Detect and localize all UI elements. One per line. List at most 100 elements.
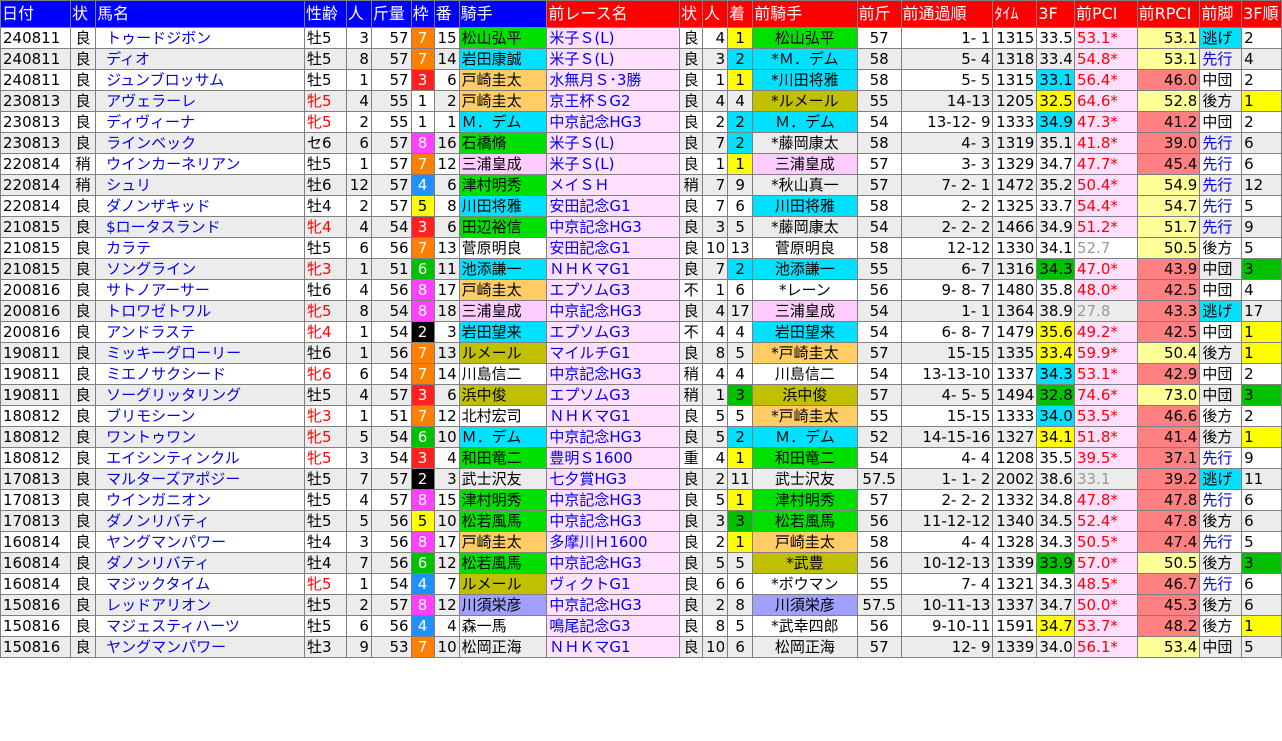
cell-prev-pop: 5 bbox=[702, 489, 729, 511]
cell-number: 14 bbox=[433, 48, 460, 70]
table-row[interactable]: 170813 良ダノンリバティ 牡5 5 56 5 10 松若風馬 中京記念HG3 良 3 3 松若風馬… bbox=[0, 510, 1282, 532]
cell-3f-rank: 1 bbox=[1241, 342, 1282, 364]
cell-weight: 56 bbox=[370, 237, 412, 259]
table-row[interactable]: 240811 良ジュンブロッサム 牡5 1 57 3 6 戸崎圭太 水無月Ｓ･3勝良 1 1 *川田将… bbox=[0, 69, 1282, 91]
table-row[interactable]: 150816 良レッドアリオン 牡5 2 57 8 12 川須栄彦 中京記念HG3 良 2 8 川須栄彦… bbox=[0, 594, 1282, 616]
table-row[interactable]: 150816 良ヤングマンパワー 牡3 9 53 7 10 松岡正海 ＮＨＫマG1 良 10 6 松岡正… bbox=[0, 636, 1282, 658]
cell-track-cond: 良 bbox=[69, 300, 97, 322]
cell-date: 160814 bbox=[0, 573, 71, 595]
table-row[interactable]: 200816 良トロワゼトワル 牝5 8 54 8 18 三浦皇成 中京記念HG3 良 4 17 三浦皇… bbox=[0, 300, 1282, 322]
cell-number: 14 bbox=[433, 363, 460, 385]
cell-horse-name: ディヴィーナ bbox=[95, 111, 306, 133]
cell-date: 170813 bbox=[0, 510, 71, 532]
table-row[interactable]: 180812 良ブリモシーン 牝3 1 51 7 12 北村宏司 ＮＨＫマG1 良 5 5 *戸崎圭太 5… bbox=[0, 405, 1282, 427]
header-prev-rpci[interactable]: 前RPCI bbox=[1136, 0, 1201, 28]
cell-prev-pop: 10 bbox=[702, 636, 729, 658]
cell-prev-jockey: 菅原明良 bbox=[752, 237, 858, 259]
table-row[interactable]: 240811 良ディオ 牡5 8 57 7 14 岩田康誠 米子Ｓ(L) 良 3 2 *Ｍ．デム 58 5-… bbox=[0, 48, 1282, 70]
cell-weight: 54 bbox=[370, 426, 412, 448]
cell-time: 1591 bbox=[992, 615, 1038, 637]
cell-track-cond: 良 bbox=[69, 405, 97, 427]
cell-prev-passing: 4- 3 bbox=[900, 132, 994, 154]
header-row: 日付状馬名 性齢人斤量枠番騎手 前レース名状人着前騎手 前斤 前通過順 ﾀｲﾑ 3F 前PCI… bbox=[0, 0, 1282, 28]
header-weight[interactable]: 斤量 bbox=[370, 0, 412, 28]
header-date[interactable]: 日付 bbox=[0, 0, 71, 28]
cell-prev-pci: 27.8 bbox=[1073, 300, 1138, 322]
table-row[interactable]: 150816 良マジェスティハーツ 牡5 6 56 4 4 森一馬 鳴尾記念G3 良 8 5 *武幸四郎… bbox=[0, 615, 1282, 637]
cell-sex-age: セ6 bbox=[304, 132, 347, 154]
header-prev-race[interactable]: 前レース名 bbox=[546, 0, 681, 28]
table-row[interactable]: 200816 良サトノアーサー 牡6 4 56 8 17 戸崎圭太 エプソムG3 不 1 6 *レーン 5… bbox=[0, 279, 1282, 301]
header-time[interactable]: ﾀｲﾑ bbox=[992, 0, 1038, 28]
cell-prev-weight: 58 bbox=[856, 69, 902, 91]
header-prev-pop[interactable]: 人 bbox=[702, 0, 729, 28]
cell-prev-jockey: *戸崎圭太 bbox=[752, 342, 858, 364]
header-prev-style[interactable]: 前脚 bbox=[1199, 0, 1243, 28]
cell-time: 1318 bbox=[992, 48, 1038, 70]
header-prev-cond[interactable]: 状 bbox=[679, 0, 704, 28]
cell-track-cond: 良 bbox=[69, 510, 97, 532]
cell-prev-pop: 3 bbox=[702, 48, 729, 70]
table-row[interactable]: 230813 良アヴェラーレ 牝5 4 55 1 2 戸崎圭太 京王杯ＳG2 良 4 4 *ルメール 55… bbox=[0, 90, 1282, 112]
cell-popularity: 4 bbox=[345, 489, 372, 511]
table-row[interactable]: 160814 良マジックタイム 牝5 1 54 4 7 ルメール ヴィクトG1 良 6 6 *ボウマン 5… bbox=[0, 573, 1282, 595]
table-row[interactable]: 180812 良ワントゥワン 牝5 5 54 6 10 Ｍ．デム 中京記念HG3 良 5 2 Ｍ．デム 5… bbox=[0, 426, 1282, 448]
table-row[interactable]: 160814 良ダノンリバティ 牡4 7 56 6 12 松若風馬 中京記念HG3 良 5 5 *武豊 5… bbox=[0, 552, 1282, 574]
cell-track-cond: 良 bbox=[69, 90, 97, 112]
cell-prev-finish: 5 bbox=[727, 405, 754, 427]
header-frame[interactable]: 枠 bbox=[410, 0, 435, 28]
table-row[interactable]: 160814 良ヤングマンパワー 牡4 3 56 8 17 戸崎圭太 多摩川Ｈ1600 良 2 1 戸崎… bbox=[0, 531, 1282, 553]
cell-prev-race: 水無月Ｓ･3勝 bbox=[546, 69, 681, 91]
table-row[interactable]: 220814 良ダノンザキッド 牡4 2 57 5 8 川田将雅 安田記念G1 良 7 6 川田将雅 58… bbox=[0, 195, 1282, 217]
table-row[interactable]: 210815 良カラテ 牡5 6 56 7 13 菅原明良 安田記念G1 良 10 13 菅原明良 58 1… bbox=[0, 237, 1282, 259]
header-jockey[interactable]: 騎手 bbox=[458, 0, 548, 28]
cell-weight: 56 bbox=[370, 342, 412, 364]
cell-prev-finish: 4 bbox=[727, 363, 754, 385]
table-row[interactable]: 210815 良 $ロータスランド 牝4 4 54 3 6 田辺裕信 中京記念HG3 良 3 5 *藤岡康… bbox=[0, 216, 1282, 238]
header-prev-weight[interactable]: 前斤 bbox=[856, 0, 902, 28]
header-prev-passing[interactable]: 前通過順 bbox=[900, 0, 994, 28]
cell-jockey: 川田将雅 bbox=[458, 195, 548, 217]
cell-number: 11 bbox=[433, 258, 460, 280]
cell-last3f: 35.1 bbox=[1036, 132, 1075, 154]
table-row[interactable]: 190811 良ソーグリッタリング 牡5 4 57 3 6 浜中俊 エプソムG3 稍 1 3 浜中俊 57… bbox=[0, 384, 1282, 406]
table-row[interactable]: 190811 良ミエノサクシード 牝6 6 54 7 14 川島信二 中京記念HG3 稍 4 4 川島信… bbox=[0, 363, 1282, 385]
table-row[interactable]: 240811 良トゥードジボン 牡5 3 57 7 15 松山弘平 米子Ｓ(L) 良 4 1 松山弘平 5… bbox=[0, 27, 1282, 49]
table-row[interactable]: 230813 良ラインベック セ6 6 57 8 16 石橋脩 米子Ｓ(L) 良 7 2 *藤岡康太 58… bbox=[0, 132, 1282, 154]
cell-prev-pci: 52.7 bbox=[1073, 237, 1138, 259]
header-track-cond[interactable]: 状 bbox=[69, 0, 97, 28]
cell-prev-pop: 7 bbox=[702, 132, 729, 154]
cell-track-cond: 稍 bbox=[69, 174, 97, 196]
cell-prev-weight: 57.5 bbox=[856, 594, 902, 616]
table-row[interactable]: 200816 良アンドラステ 牝4 1 54 2 3 岩田望来 エプソムG3 不 4 4 岩田望来 54 6… bbox=[0, 321, 1282, 343]
header-sex-age[interactable]: 性齢 bbox=[304, 0, 347, 28]
table-row[interactable]: 220814 稍シュリ 牡6 12 57 4 6 津村明秀 メイＳＨ 稍 7 9 *秋山真一 57 7- 2… bbox=[0, 174, 1282, 196]
table-row[interactable]: 220814 稍ウインカーネリアン 牡5 1 57 7 12 三浦皇成 米子Ｓ(L) 良 1 1 三浦皇… bbox=[0, 153, 1282, 175]
cell-popularity: 6 bbox=[345, 237, 372, 259]
header-prev-jockey[interactable]: 前騎手 bbox=[752, 0, 858, 28]
cell-frame: 8 bbox=[410, 594, 435, 616]
table-row[interactable]: 170813 良マルターズアポジー 牡5 7 57 2 3 武士沢友 七夕賞HG3 良 2 11 武士沢… bbox=[0, 468, 1282, 490]
cell-date: 220814 bbox=[0, 174, 71, 196]
cell-prev-finish: 2 bbox=[727, 132, 754, 154]
cell-track-cond: 良 bbox=[69, 531, 97, 553]
cell-date: 160814 bbox=[0, 552, 71, 574]
header-last3f[interactable]: 3F bbox=[1036, 0, 1075, 28]
table-row[interactable]: 230813 良ディヴィーナ 牝5 2 55 1 1 Ｍ．デム 中京記念HG3 良 2 2 Ｍ．デム 54… bbox=[0, 111, 1282, 133]
cell-prev-pci: 50.0* bbox=[1073, 594, 1138, 616]
table-row[interactable]: 170813 良ウインガニオン 牡5 4 57 8 15 津村明秀 中京記念HG3 良 5 1 津村明秀… bbox=[0, 489, 1282, 511]
cell-3f-rank: 5 bbox=[1241, 636, 1282, 658]
cell-jockey: 松岡正海 bbox=[458, 636, 548, 658]
header-prev-pci[interactable]: 前PCI bbox=[1073, 0, 1138, 28]
table-row[interactable]: 190811 良ミッキーグローリー 牡6 1 56 7 13 ルメール マイルチG1 良 8 5 *戸崎… bbox=[0, 342, 1282, 364]
cell-jockey: 戸崎圭太 bbox=[458, 69, 548, 91]
header-prev-finish[interactable]: 着 bbox=[727, 0, 754, 28]
cell-prev-finish: 2 bbox=[727, 48, 754, 70]
header-number[interactable]: 番 bbox=[433, 0, 460, 28]
table-row[interactable]: 180812 良エイシンティンクル 牝5 3 54 3 4 和田竜二 豊明Ｓ1600 重 4 1 和田竜… bbox=[0, 447, 1282, 469]
header-horse-name[interactable]: 馬名 bbox=[95, 0, 306, 28]
header-3f-rank[interactable]: 3F順 bbox=[1241, 0, 1282, 28]
cell-3f-rank: 2 bbox=[1241, 27, 1282, 49]
header-popularity[interactable]: 人 bbox=[345, 0, 372, 28]
table-row[interactable]: 210815 良ソングライン 牝3 1 51 6 11 池添謙一 ＮＨＫマG1 良 7 2 池添謙一 55… bbox=[0, 258, 1282, 280]
